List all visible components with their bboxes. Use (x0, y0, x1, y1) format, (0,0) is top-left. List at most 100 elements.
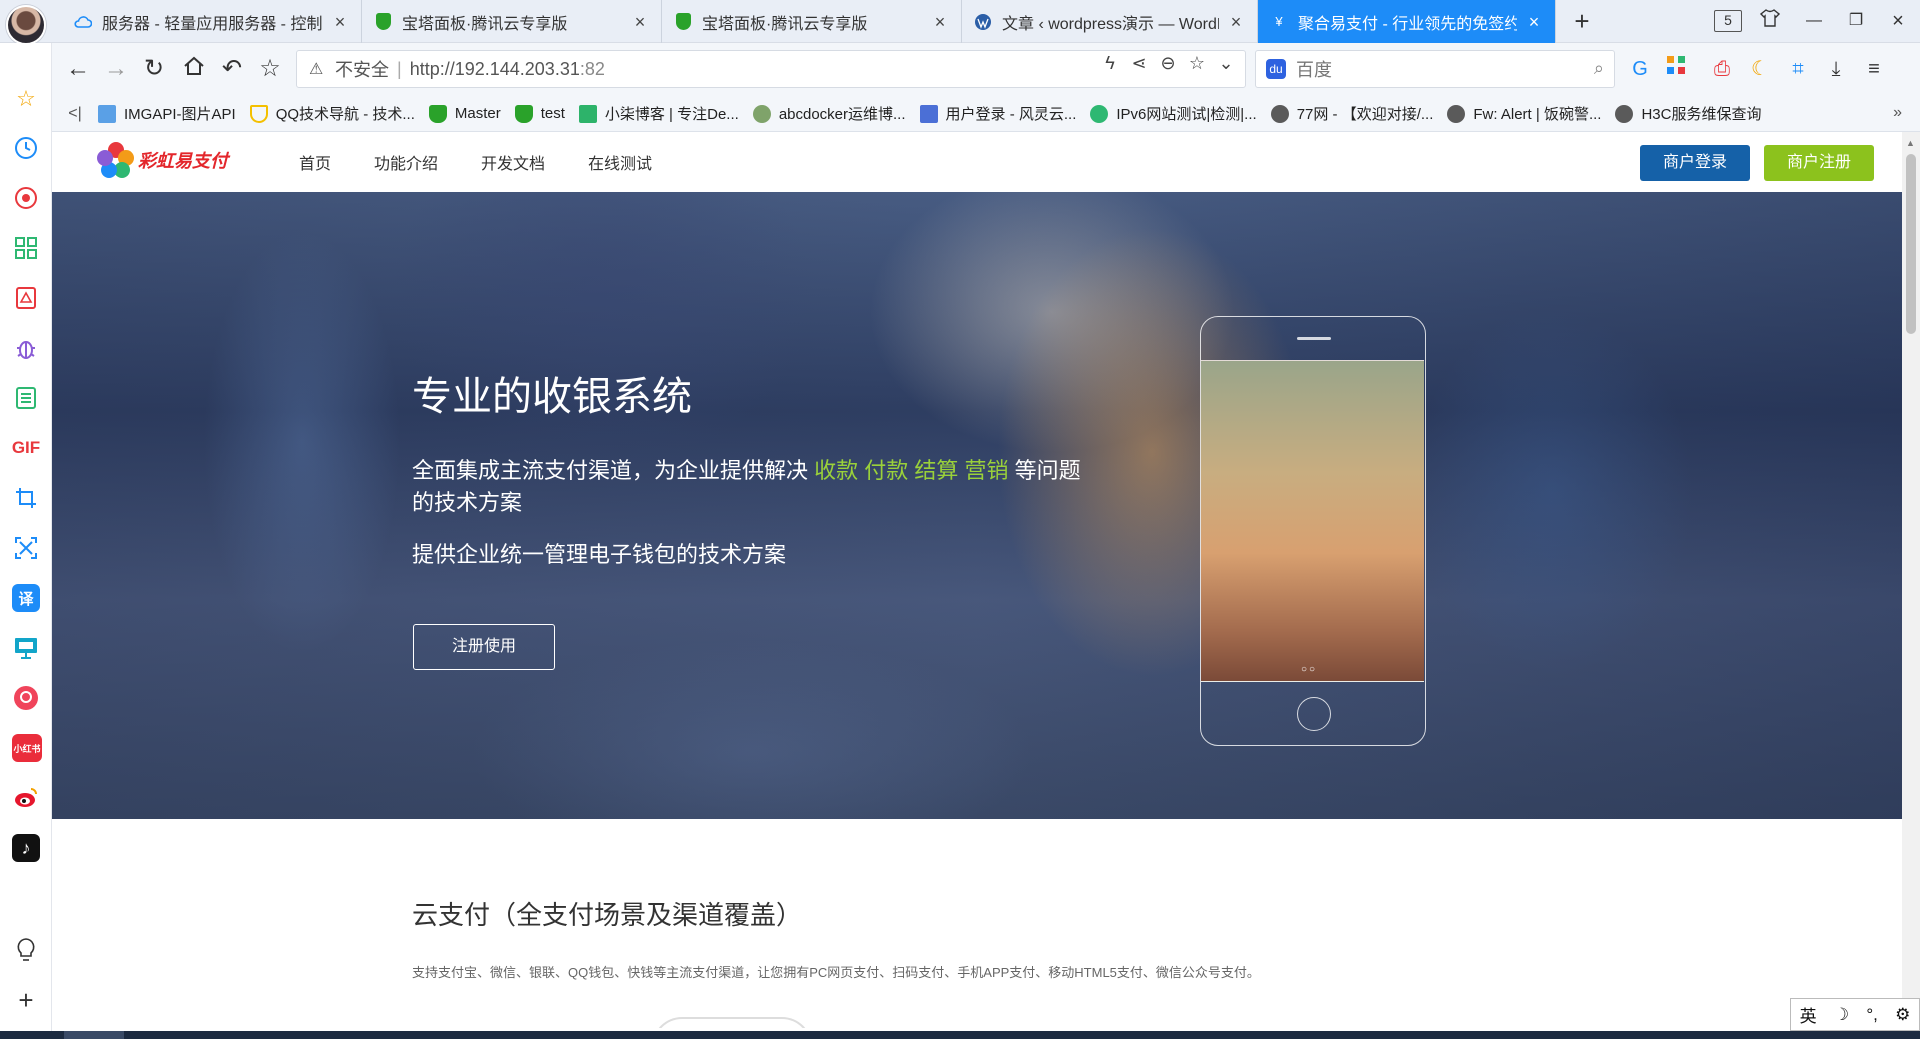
live-icon[interactable] (12, 684, 40, 712)
weibo-icon[interactable] (12, 784, 40, 812)
tab-epay-active[interactable]: ¥ 聚合易支付 - 行业领先的免签约支付平台 × (1258, 0, 1556, 43)
ime-language[interactable]: 英 (1800, 1002, 1817, 1027)
taskbar-item[interactable] (64, 1031, 124, 1039)
page-scrollbar[interactable]: ▲ (1902, 132, 1920, 1028)
bookmark-item[interactable]: H3C服务维保查询 (1615, 103, 1761, 124)
user-avatar[interactable] (6, 5, 46, 45)
pdf-tool-icon[interactable]: ⎙ (1708, 55, 1736, 83)
reload-icon[interactable]: ↻ (140, 55, 168, 83)
bookmark-label: Master (454, 105, 501, 122)
screen-icon[interactable] (12, 634, 40, 662)
lightning-icon[interactable]: ϟ (1098, 53, 1122, 74)
baidu-icon: du (1266, 59, 1286, 79)
nav-features[interactable]: 功能介绍 (374, 150, 438, 174)
translate-icon[interactable]: 译 (12, 584, 40, 612)
bookmarks-more-icon[interactable]: » (1893, 104, 1902, 122)
tab-baota-1[interactable]: 宝塔面板·腾讯云专享版 × (362, 0, 662, 43)
site-logo[interactable]: 彩虹易支付 (96, 138, 228, 182)
close-window-icon[interactable]: × (1884, 9, 1912, 33)
bookmark-item[interactable]: QQ技术导航 - 技术... (249, 103, 415, 124)
tab-count-badge[interactable]: 5 (1714, 10, 1742, 32)
device-illustration (652, 1017, 812, 1028)
moon-icon[interactable]: ☽ (1834, 1005, 1849, 1025)
bookmark-item[interactable]: test (514, 104, 565, 123)
carousel-dots[interactable]: ○○ (1301, 664, 1317, 675)
restore-icon[interactable]: ❐ (1842, 9, 1870, 33)
close-icon[interactable]: × (631, 13, 649, 31)
download-icon[interactable]: ⤓ (1822, 55, 1850, 83)
tab-baota-2[interactable]: 宝塔面板·腾讯云专享版 × (662, 0, 962, 43)
notes-icon[interactable] (12, 384, 40, 412)
nav-docs[interactable]: 开发文档 (481, 150, 545, 174)
nav-home[interactable]: 首页 (299, 150, 331, 174)
record-icon[interactable] (12, 184, 40, 212)
bookmark-item[interactable]: 77网 - 【欢迎对接/... (1270, 103, 1433, 124)
apps-tool-icon[interactable] (1662, 55, 1690, 83)
close-icon[interactable]: × (1525, 13, 1543, 31)
home-icon[interactable] (180, 55, 208, 83)
tab-wordpress[interactable]: 文章 ‹ wordpress演示 — WordPress × (962, 0, 1258, 43)
bookmark-item[interactable]: 小柒博客 | 专注De... (578, 103, 739, 124)
phone-screen: ○○ (1201, 360, 1424, 682)
pdf-icon[interactable] (12, 284, 40, 312)
ime-toolbar: 英 ☽ °, ⚙ (1790, 998, 1920, 1031)
register-use-button[interactable]: 注册使用 (413, 624, 555, 670)
add-icon[interactable]: + (12, 985, 40, 1015)
bookmark-item[interactable]: 用户登录 - 风灵云... (919, 103, 1077, 124)
back-icon[interactable]: ← (64, 55, 92, 83)
bookmark-item[interactable]: IPv6网站测试|检测|... (1090, 103, 1257, 124)
night-mode-icon[interactable]: ☾ (1746, 55, 1774, 83)
favorite-icon[interactable]: ☆ (1185, 53, 1209, 74)
tab-strip: 服务器 - 轻量应用服务器 - 控制台 × 宝塔面板·腾讯云专享版 × 宝塔面板… (0, 0, 1920, 45)
crop-tool-icon[interactable]: ⌗ (1784, 55, 1812, 83)
scrollbar-thumb[interactable] (1906, 154, 1916, 334)
logo-text: 彩虹易支付 (138, 151, 228, 171)
translate-tool-icon[interactable]: G (1626, 55, 1654, 83)
gif-icon[interactable]: GIF (12, 434, 40, 462)
gear-icon[interactable]: ⚙ (1895, 1005, 1910, 1025)
scroll-up-icon[interactable]: ▲ (1906, 138, 1915, 148)
tab-server-console[interactable]: 服务器 - 轻量应用服务器 - 控制台 × (62, 0, 362, 43)
history-icon[interactable] (12, 134, 40, 162)
diamond-icon (919, 104, 938, 123)
close-icon[interactable]: × (1227, 13, 1245, 31)
forward-icon[interactable]: → (102, 55, 130, 83)
bug-icon[interactable] (12, 334, 40, 362)
bookmarks-bar: <| IMGAPI-图片API QQ技术导航 - 技术... Master te… (52, 96, 1920, 132)
undo-close-icon[interactable]: ↶ (218, 55, 246, 83)
chevron-down-icon[interactable]: ⌄ (1214, 53, 1238, 74)
zoom-icon[interactable]: ⊖ (1156, 53, 1180, 74)
merchant-register-button[interactable]: 商户注册 (1764, 145, 1874, 181)
xiaohongshu-icon[interactable]: 小红书 (12, 734, 42, 762)
crop-icon[interactable] (12, 484, 40, 512)
phone-speaker (1297, 337, 1331, 340)
bookmark-item[interactable]: abcdocker运维博... (752, 103, 906, 124)
nav-online-test[interactable]: 在线测试 (588, 150, 652, 174)
minimize-icon[interactable]: — (1800, 9, 1828, 33)
bookmark-label: Fw: Alert | 饭碗警... (1473, 106, 1602, 123)
hero-desc-highlight: 收款 付款 结算 营销 (814, 458, 1009, 483)
star-icon[interactable]: ☆ (12, 85, 40, 113)
scan-icon[interactable] (12, 534, 40, 562)
close-icon[interactable]: × (331, 13, 349, 31)
site-nav: 首页 功能介绍 开发文档 在线测试 (299, 132, 695, 192)
menu-icon[interactable]: ≡ (1860, 55, 1888, 83)
bookmark-collapse-icon[interactable]: <| (52, 105, 98, 123)
search-icon[interactable]: ⌕ (1594, 58, 1604, 79)
bookmark-item[interactable]: Fw: Alert | 饭碗警... (1447, 103, 1601, 124)
apps-grid-icon[interactable] (12, 234, 40, 262)
close-icon[interactable]: × (931, 13, 949, 31)
new-tab-button[interactable]: + (1568, 8, 1596, 36)
skin-icon[interactable] (1756, 9, 1784, 33)
lightbulb-icon[interactable] (12, 936, 40, 964)
browser-sidebar: ☆ GIF 译 小红书 ♪ + (0, 43, 52, 1039)
tiktok-icon[interactable]: ♪ (12, 834, 40, 862)
share-icon[interactable]: ⋖ (1127, 53, 1151, 74)
punctuation-icon[interactable]: °, (1866, 1005, 1878, 1025)
bookmark-item[interactable]: Master (428, 104, 501, 123)
bookmark-item[interactable]: IMGAPI-图片API (98, 103, 236, 124)
merchant-login-button[interactable]: 商户登录 (1640, 145, 1750, 181)
search-input[interactable]: du 百度 ⌕ (1255, 50, 1615, 88)
bookmark-star-icon[interactable]: ☆ (256, 55, 284, 83)
bookmark-label: 用户登录 - 风灵云... (945, 106, 1077, 123)
